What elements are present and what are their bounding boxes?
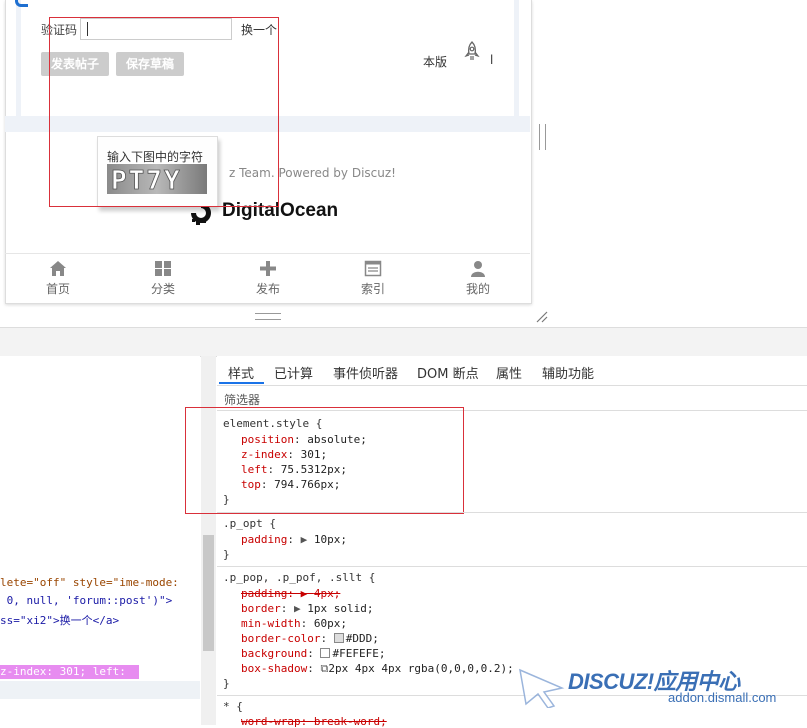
- tab-accessibility[interactable]: 辅助功能: [542, 363, 594, 382]
- prop-value: 10px;: [313, 533, 347, 546]
- devtools-divider: [0, 327, 807, 357]
- tab-styles[interactable]: 样式: [228, 363, 254, 382]
- style-declaration[interactable]: border-color: #DDD;: [241, 632, 379, 645]
- bottom-tab-bar: 首页 分类 发布 索引 我的: [5, 253, 530, 304]
- rocket-icon[interactable]: [462, 41, 482, 63]
- prop-name: padding: [241, 587, 288, 600]
- filter-input[interactable]: 筛选器: [224, 391, 260, 408]
- forum-rules-tail: l: [490, 53, 494, 67]
- prop-name: background: [241, 647, 308, 660]
- tab-label: 分类: [150, 282, 175, 296]
- prop-name: box-shadow: [241, 662, 308, 675]
- dom-highlight-text[interactable]: z-index: 301; left:: [0, 665, 126, 678]
- prop-value: 4px;: [313, 587, 341, 600]
- user-icon: [471, 261, 485, 277]
- prop-name: word-wrap: [241, 715, 301, 728]
- prop-name: border: [241, 602, 281, 615]
- prop-name: padding: [241, 533, 288, 546]
- plus-icon: [260, 261, 276, 276]
- color-swatch[interactable]: [320, 648, 331, 658]
- home-icon: [50, 261, 66, 276]
- watermark-url: addon.dismall.com: [668, 690, 777, 705]
- tab-computed[interactable]: 已计算: [274, 363, 313, 382]
- dom-selected-row[interactable]: [0, 681, 200, 699]
- tab-dom-breakpoints[interactable]: DOM 断点: [417, 363, 479, 382]
- tab-properties[interactable]: 属性: [496, 363, 522, 382]
- rule-close: }: [223, 548, 230, 561]
- resize-corner-icon[interactable]: [534, 309, 548, 323]
- tab-home[interactable]: 首页: [28, 260, 88, 297]
- side-resize-handle[interactable]: [539, 124, 546, 150]
- color-swatch[interactable]: [333, 633, 344, 643]
- rule-selector[interactable]: * {: [223, 700, 243, 713]
- style-declaration-overridden[interactable]: padding: ▶ 4px;: [241, 587, 340, 600]
- prop-value: #DDD;: [345, 632, 379, 645]
- tab-label: 首页: [45, 282, 70, 296]
- annotation-box: [185, 407, 464, 514]
- bottom-resize-handle[interactable]: [255, 313, 281, 320]
- prop-value: #FEFEFE;: [332, 647, 386, 660]
- tab-publish[interactable]: 发布: [238, 260, 298, 297]
- style-declaration[interactable]: min-width: 60px;: [241, 617, 347, 630]
- tab-mine[interactable]: 我的: [448, 260, 508, 297]
- style-declaration[interactable]: background: #FEFEFE;: [241, 647, 385, 660]
- style-declaration-overridden[interactable]: word-wrap: break-word;: [241, 715, 387, 728]
- style-declaration[interactable]: border: ▶ 1px solid;: [241, 602, 373, 615]
- prop-name: min-width: [241, 617, 301, 630]
- prop-value: 2px 4px 4px rgba(0,0,0,0.2);: [328, 662, 514, 675]
- dom-line[interactable]: ss="xi2">换一个</a>: [0, 612, 119, 628]
- prop-name: border-color: [241, 632, 321, 645]
- list-icon: [364, 260, 382, 277]
- dom-scrollbar-thumb[interactable]: [203, 535, 214, 651]
- rule-selector[interactable]: .p_pop, .p_pof, .sllt {: [223, 571, 375, 584]
- watermark-arrow-icon: [519, 668, 565, 708]
- rule-close: }: [223, 677, 230, 690]
- annotation-box: [49, 17, 279, 207]
- rule-divider: [217, 512, 807, 513]
- prop-value: break-word;: [313, 715, 387, 728]
- rule-selector[interactable]: .p_opt {: [223, 517, 276, 530]
- dom-line[interactable]: lete="off" style="ime-mode:: [0, 576, 179, 589]
- dom-line[interactable]: 0, null, 'forum::post')">: [0, 594, 173, 607]
- prop-value: 60px;: [313, 617, 347, 630]
- tab-label: 索引: [360, 282, 385, 296]
- prop-value: 1px solid;: [307, 602, 374, 615]
- tab-label: 我的: [465, 282, 490, 296]
- grid-icon: [155, 261, 171, 276]
- tab-event-listeners[interactable]: 事件侦听器: [333, 363, 398, 382]
- active-tab-indicator: [219, 382, 264, 384]
- logo-fragment-icon: [15, 0, 28, 7]
- style-declaration[interactable]: padding: ▶ 10px;: [241, 533, 347, 546]
- tab-label: 发布: [255, 282, 280, 296]
- rule-divider: [217, 566, 807, 567]
- devtools-tab-bar: 样式 已计算 事件侦听器 DOM 断点 属性 辅助功能: [217, 356, 807, 386]
- forum-rules-link[interactable]: 本版: [423, 53, 447, 70]
- style-declaration[interactable]: box-shadow: ⧉2px 4px 4px rgba(0,0,0,0.2)…: [241, 662, 514, 676]
- tab-category[interactable]: 分类: [133, 260, 193, 297]
- tab-index[interactable]: 索引: [343, 260, 403, 297]
